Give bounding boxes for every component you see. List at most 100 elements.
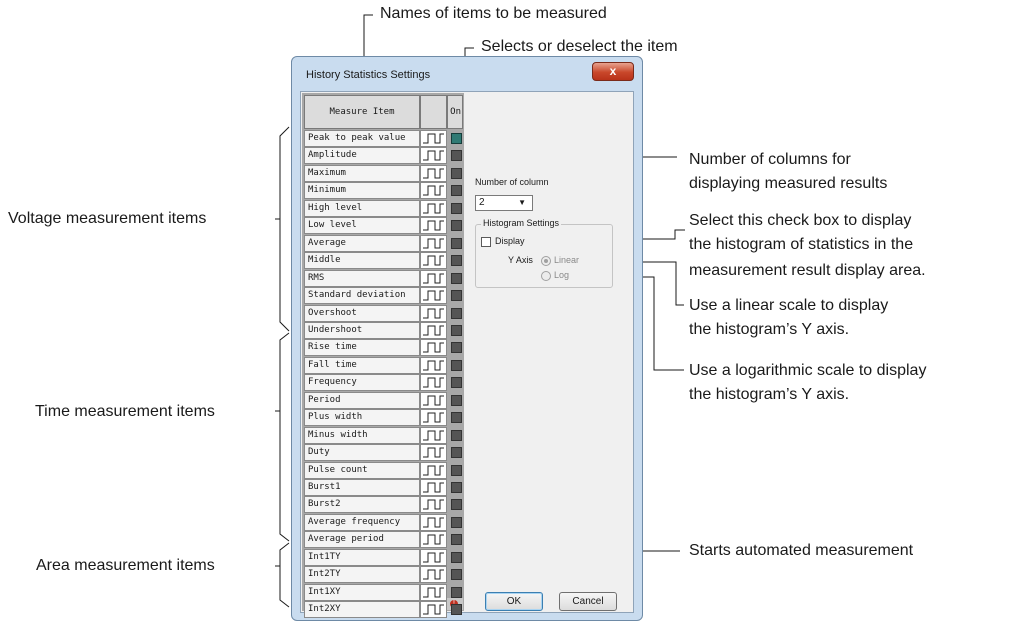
measure-item-name: Int1XY <box>304 583 420 601</box>
header-on: On <box>447 95 463 129</box>
measure-item-checkbox[interactable] <box>451 516 462 528</box>
waveform-icon <box>420 321 447 339</box>
measure-item-row[interactable]: Fall time <box>304 356 463 374</box>
waveform-icon <box>420 147 447 165</box>
log-radio[interactable] <box>541 271 551 281</box>
waveform-icon <box>420 566 447 584</box>
measure-item-checkbox[interactable] <box>451 167 462 179</box>
measure-item-row[interactable]: Average <box>304 234 463 252</box>
ok-button[interactable]: OK <box>485 592 543 611</box>
header-measure-item: Measure Item <box>304 95 420 129</box>
measure-item-row[interactable]: Rise time <box>304 339 463 357</box>
annotation-selects-item: Selects or deselect the item <box>481 38 678 55</box>
number-of-column-select[interactable]: 2 ▼ <box>475 195 533 211</box>
measure-item-checkbox[interactable] <box>451 133 462 144</box>
y-axis-label: Y Axis <box>508 255 533 265</box>
measure-item-row[interactable]: Minimum <box>304 182 463 200</box>
annotation-linear-2: the histogram’s Y axis. <box>689 321 850 338</box>
measure-item-name: Period <box>304 391 420 409</box>
measure-item-checkbox[interactable] <box>451 464 462 476</box>
measure-item-row[interactable]: Plus width <box>304 409 463 427</box>
measure-item-row[interactable]: Peak to peak value <box>304 130 463 147</box>
measure-item-checkbox[interactable] <box>451 534 462 546</box>
measure-item-row[interactable]: Middle <box>304 252 463 270</box>
measure-item-checkbox[interactable] <box>451 377 462 389</box>
measure-item-row[interactable]: Pulse count <box>304 461 463 479</box>
history-statistics-dialog: History Statistics Settings x Measure It… <box>291 56 643 621</box>
measure-item-checkbox[interactable] <box>451 324 462 336</box>
measure-item-row[interactable]: Undershoot <box>304 321 463 339</box>
measure-item-row[interactable]: Frequency <box>304 374 463 392</box>
measure-item-checkbox[interactable] <box>451 569 462 581</box>
measure-item-checkbox[interactable] <box>451 412 462 424</box>
measure-item-checkbox[interactable] <box>451 359 462 371</box>
annotation-checkbox-2: the histogram of statistics in the <box>689 236 914 253</box>
measure-item-name: Plus width <box>304 409 420 427</box>
annotation-area-items: Area measurement items <box>36 557 215 574</box>
annotation-linear-1: Use a linear scale to display <box>689 297 889 314</box>
measure-item-checkbox[interactable] <box>451 220 462 232</box>
measure-item-name: Undershoot <box>304 321 420 339</box>
measure-item-row[interactable]: Duty <box>304 444 463 462</box>
measure-item-row[interactable]: Amplitude <box>304 147 463 165</box>
measure-item-row[interactable]: Low level <box>304 217 463 235</box>
measure-item-checkbox[interactable] <box>451 202 462 214</box>
measure-item-name: Minimum <box>304 182 420 200</box>
linear-radio[interactable] <box>541 256 551 266</box>
measure-item-checkbox[interactable] <box>451 586 462 598</box>
measure-item-name: Overshoot <box>304 304 420 322</box>
measure-item-checkbox[interactable] <box>451 429 462 441</box>
measure-item-row[interactable]: Maximum <box>304 164 463 182</box>
measure-item-name: Pulse count <box>304 461 420 479</box>
cancel-button[interactable]: Cancel <box>559 592 617 611</box>
measure-item-checkbox[interactable] <box>451 482 462 493</box>
waveform-icon <box>420 513 447 531</box>
measure-item-checkbox[interactable] <box>451 499 462 511</box>
measure-item-row[interactable]: RMS <box>304 269 463 287</box>
measure-item-checkbox[interactable] <box>451 255 462 267</box>
waveform-icon <box>420 304 447 322</box>
measure-item-row[interactable]: Int1TY <box>304 548 463 566</box>
close-button[interactable]: x <box>592 62 634 81</box>
measure-item-row[interactable]: Int1XY <box>304 583 463 601</box>
measure-item-checkbox[interactable] <box>451 150 462 162</box>
measure-item-checkbox[interactable] <box>451 290 462 302</box>
measure-item-checkbox[interactable] <box>451 551 462 563</box>
measure-item-row[interactable]: Burst1 <box>304 479 463 496</box>
measure-item-row[interactable]: High level <box>304 199 463 217</box>
measure-item-row[interactable]: Standard deviation <box>304 287 463 305</box>
measure-item-row[interactable]: Average period <box>304 531 463 549</box>
waveform-icon <box>420 164 447 182</box>
measure-item-checkbox[interactable] <box>451 307 462 319</box>
display-checkbox[interactable] <box>481 237 491 247</box>
measure-item-row[interactable]: Minus width <box>304 426 463 444</box>
measure-item-name: Burst2 <box>304 496 420 514</box>
measure-item-row[interactable]: Int2XY <box>304 601 463 619</box>
measure-item-name: Fall time <box>304 356 420 374</box>
measure-item-name: Int2XY <box>304 601 420 619</box>
measure-item-checkbox[interactable] <box>451 394 462 406</box>
measure-item-checkbox[interactable] <box>451 447 462 459</box>
measure-item-row[interactable]: Overshoot <box>304 304 463 322</box>
measure-item-row[interactable]: Int2TY <box>304 566 463 584</box>
annotation-checkbox-3: measurement result display area. <box>689 262 926 279</box>
measure-item-row[interactable]: Period <box>304 391 463 409</box>
annotation-num-columns-2: displaying measured results <box>689 175 888 192</box>
measure-item-checkbox[interactable] <box>451 604 462 616</box>
waveform-icon <box>420 461 447 479</box>
measure-item-checkbox[interactable] <box>451 272 462 284</box>
measure-item-checkbox[interactable] <box>451 237 462 249</box>
measure-item-name: Rise time <box>304 339 420 357</box>
measure-item-name: Frequency <box>304 374 420 392</box>
waveform-icon <box>420 601 447 619</box>
measure-item-checkbox[interactable] <box>451 185 462 197</box>
waveform-icon <box>420 531 447 549</box>
measure-item-checkbox[interactable] <box>451 342 462 354</box>
waveform-icon <box>420 356 447 374</box>
measure-item-name: High level <box>304 199 420 217</box>
measure-item-row[interactable]: Average frequency <box>304 513 463 531</box>
annotation-voltage-items: Voltage measurement items <box>8 210 207 227</box>
measure-item-name: Duty <box>304 444 420 462</box>
header-icon-column <box>420 95 447 129</box>
measure-item-row[interactable]: Burst2 <box>304 496 463 514</box>
